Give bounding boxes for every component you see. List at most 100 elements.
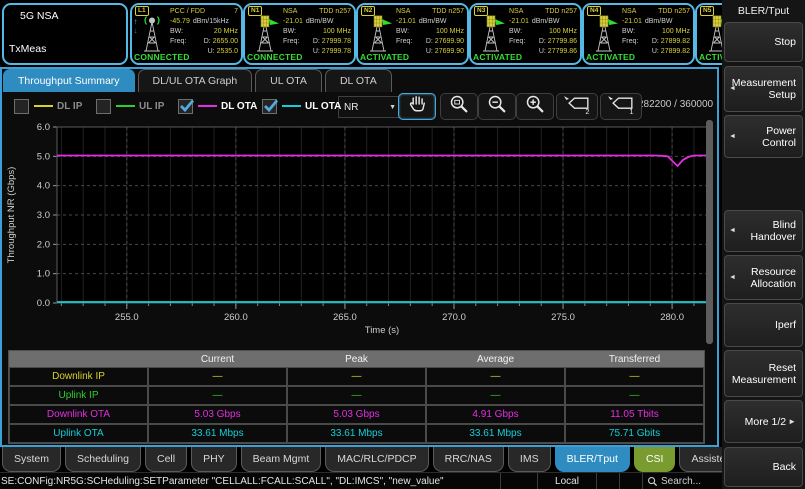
checkbox-unchecked[interactable] [96, 99, 111, 114]
softkey-back[interactable]: Back [724, 447, 803, 487]
table-cell: — [426, 367, 565, 386]
cell-power-row: -21.01dBm/BW [509, 17, 577, 27]
cell-status-box-n4[interactable]: N4ACTIVATEDNSATDD n257-21.01dBm/BWBW:100… [582, 3, 695, 65]
chevron-left-icon: ◄ [729, 225, 736, 237]
search-icon [647, 476, 658, 487]
cell-freq-dl-row: Freq:D: 27699.90 [396, 37, 464, 47]
graph-tab-throughput-summary[interactable]: Throughput Summary [3, 69, 135, 92]
cell-freq-ul-row: U: 27799.86 [509, 47, 577, 57]
local-remote-indicator[interactable]: Local [537, 473, 596, 489]
chart-svg[interactable]: 255.0260.0265.0270.0275.0280.00.01.02.03… [0, 113, 715, 349]
svg-text:6.0: 6.0 [37, 122, 50, 133]
bottom-tab-scheduling[interactable]: Scheduling [65, 447, 141, 472]
checkbox-checked[interactable] [262, 99, 277, 114]
softkey-measurement-setup[interactable]: ◄Measurement Setup [724, 66, 803, 112]
svg-text:3.0: 3.0 [37, 210, 50, 221]
cell-bw-row: BW:100 MHz [396, 27, 464, 37]
softkey-label: Power Control [738, 125, 796, 149]
bottom-tab-bler-tput[interactable]: BLER/Tput [555, 447, 630, 472]
checkbox-checked[interactable] [178, 99, 193, 114]
softkey-reset-measurement[interactable]: Reset Measurement [724, 350, 803, 397]
dropdown-value: NR [344, 102, 358, 113]
legend-swatch [34, 105, 53, 107]
legend-label: DL OTA [221, 101, 257, 112]
legend-swatch [282, 105, 301, 107]
bottom-tab-ims[interactable]: IMS [508, 447, 551, 472]
sample-counter: 282200 / 360000 [638, 99, 713, 110]
cell-freq-ul-row: U: 27899.82 [622, 47, 690, 57]
softkey-iperf[interactable]: Iperf [724, 303, 803, 347]
table-cell: 33.61 Mbps [148, 424, 287, 443]
chart-scrollbar[interactable] [706, 120, 713, 344]
graph-tab-ul-ota[interactable]: UL OTA [255, 69, 322, 92]
ul-dl-arrows-icon: ↑↓ [132, 17, 139, 35]
sidebar-title: BLER/Tput [722, 5, 805, 17]
softkey-blind-handover[interactable]: ◄Blind Handover [724, 210, 803, 252]
bottom-tab-rrc-nas[interactable]: RRC/NAS [433, 447, 504, 472]
cell-power-row: -45.79dBm/15kHz [170, 17, 238, 27]
table-cell: — [148, 367, 287, 386]
softkey-stop[interactable]: Stop [724, 22, 803, 62]
bottom-tab-bar: SystemSchedulingCellPHYBeam MgmtMAC/RLC/… [2, 447, 722, 472]
softkey-sidebar: BLER/Tput Stop◄Measurement Setup◄Power C… [722, 0, 805, 489]
cell-info-column: NSATDD n257-21.01dBm/BWBW:100 MHzFreq:D:… [509, 7, 577, 57]
cell-title-row: NSATDD n257 [622, 7, 690, 17]
svg-text:270.0: 270.0 [442, 312, 466, 323]
chevron-down-icon: ▼ [389, 104, 396, 111]
softkey-more-1-2[interactable]: More 1/2► [724, 400, 803, 443]
cell-connection-status: ACTIVATED [699, 52, 722, 62]
table-header-Current: Current [148, 351, 287, 367]
svg-text:1.0: 1.0 [37, 269, 50, 280]
table-cell: 33.61 Mbps [287, 424, 426, 443]
checkbox-unchecked[interactable] [14, 99, 29, 114]
chevron-left-icon: ◄ [729, 83, 736, 95]
bottom-tab-assisted-tx-meas[interactable]: Assisted Tx Meas [679, 447, 722, 472]
bottom-tab-cell[interactable]: Cell [145, 447, 187, 472]
chevron-right-icon: ► [788, 416, 796, 428]
svg-text:265.0: 265.0 [333, 312, 357, 323]
svg-text:260.0: 260.0 [224, 312, 248, 323]
softkey-label: Iperf [775, 319, 796, 331]
cell-freq-dl-row: Freq:D: 27899.82 [622, 37, 690, 47]
softkey-label: More 1/2 [745, 416, 786, 428]
table-cell: — [426, 386, 565, 405]
svg-text:4.0: 4.0 [37, 181, 50, 192]
softkey-resource-allocation[interactable]: ◄Resource Allocation [724, 255, 803, 300]
table-cell: 11.05 Tbits [565, 405, 704, 424]
svg-text:2.0: 2.0 [37, 239, 50, 250]
bottom-tab-csi[interactable]: CSI [634, 447, 676, 472]
softkey-power-control[interactable]: ◄Power Control [724, 115, 803, 158]
legend-swatch [198, 105, 217, 107]
graph-tab-dl-ul-ota-graph[interactable]: DL/UL OTA Graph [138, 69, 253, 92]
cell-status-box-n2[interactable]: N2ACTIVATEDNSATDD n257-21.01dBm/BWBW:100… [356, 3, 469, 65]
table-row-label: Uplink IP [9, 386, 148, 405]
bottom-tab-mac-rlc-pdcp[interactable]: MAC/RLC/PDCP [325, 447, 428, 472]
cell-info-column: NSATDD n257-21.01dBm/BWBW:100 MHzFreq:D:… [622, 7, 690, 57]
cell-status-bar: 5G NSATxMeasL1↑↓CONNECTEDPCC / FDD7-45.7… [0, 0, 722, 67]
table-header-label [9, 351, 148, 367]
table-row-label: Downlink OTA [9, 405, 148, 424]
bottom-tab-phy[interactable]: PHY [191, 447, 237, 472]
cell-status-box-l1[interactable]: L1↑↓CONNECTEDPCC / FDD7-45.79dBm/15kHzBW… [130, 3, 243, 65]
search-box[interactable]: Search... [642, 473, 722, 489]
bottom-tab-beam-mgmt[interactable]: Beam Mgmt [241, 447, 322, 472]
table-cell: — [565, 367, 704, 386]
chevron-left-icon: ◄ [729, 131, 736, 143]
svg-text:280.0: 280.0 [660, 312, 684, 323]
cell-status-box-n5[interactable]: N5ACTIVATED [695, 3, 722, 65]
legend-label: UL OTA [305, 101, 341, 112]
cell-status-box-n3[interactable]: N3ACTIVATEDNSATDD n257-21.01dBm/BWBW:100… [469, 3, 582, 65]
graph-tab-dl-ota[interactable]: DL OTA [325, 69, 392, 92]
svg-text:5.0: 5.0 [37, 151, 50, 162]
table-cell: — [287, 367, 426, 386]
cell-power-row: -21.01dBm/BW [622, 17, 690, 27]
bottom-tab-system[interactable]: System [2, 447, 61, 472]
softkey-label: Resource Allocation [738, 266, 796, 290]
table-cell: — [148, 386, 287, 405]
cell-bw-row: BW:100 MHz [622, 27, 690, 37]
chevron-left-icon: ◄ [729, 272, 736, 284]
throughput-chart: 255.0260.0265.0270.0275.0280.00.01.02.03… [0, 113, 715, 349]
cell-freq-dl-row: Freq:D: 27999.78 [283, 37, 351, 47]
cell-status-box-n1[interactable]: N1CONNECTEDNSATDD n257-21.01dBm/BWBW:100… [243, 3, 356, 65]
y-axis-label: Throughput NR (Gbps) [6, 167, 17, 264]
